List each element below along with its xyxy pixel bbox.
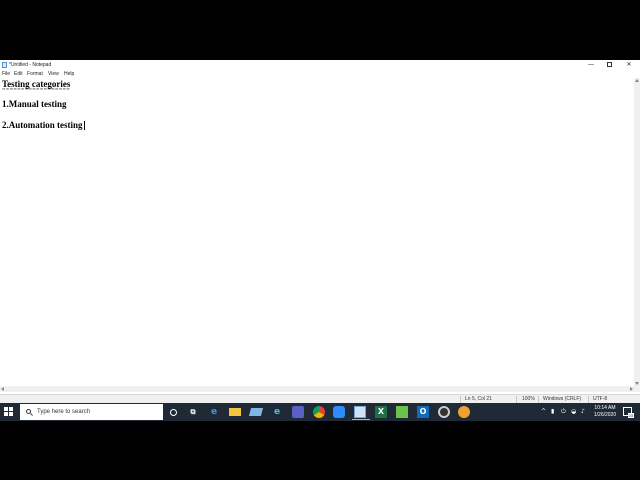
- menu-view[interactable]: View: [48, 70, 59, 78]
- camera-icon[interactable]: [438, 406, 450, 418]
- file-explorer-icon[interactable]: [229, 408, 241, 416]
- cursor-position: Ln 5, Col 21: [465, 396, 492, 402]
- network-icon[interactable]: ◒: [571, 407, 576, 417]
- search-icon: [26, 409, 31, 414]
- encoding: UTF-8: [593, 396, 608, 402]
- menu-bar: File Edit Format View Help: [0, 70, 640, 78]
- status-divider: [588, 396, 589, 403]
- ie-icon[interactable]: e: [271, 406, 283, 418]
- windows-logo-pane: [4, 412, 8, 416]
- cortana-icon[interactable]: [170, 409, 177, 416]
- file-icon[interactable]: [396, 406, 408, 418]
- search-placeholder: Type here to search: [37, 409, 91, 415]
- text-line-2: ==================: [2, 87, 71, 93]
- menu-help[interactable]: Help: [64, 70, 74, 78]
- chrome-icon[interactable]: [313, 406, 325, 418]
- menu-file[interactable]: File: [2, 70, 10, 78]
- notification-center-button[interactable]: 23: [623, 407, 634, 418]
- line-ending: Windows (CRLF): [543, 396, 582, 402]
- windows-logo-pane: [9, 407, 13, 411]
- vertical-scrollbar[interactable]: [634, 78, 640, 386]
- title-bar: *Untitled - Notepad — ✕: [0, 60, 640, 70]
- status-divider: [460, 396, 461, 403]
- maximize-button[interactable]: [600, 60, 618, 70]
- close-button[interactable]: ✕: [620, 60, 638, 70]
- windows-logo-pane: [9, 412, 13, 416]
- status-divider: [538, 396, 539, 403]
- notepad-app-icon: [2, 62, 7, 68]
- status-bar: Ln 5, Col 21 100% Windows (CRLF) UTF-8: [0, 394, 640, 403]
- notepad-window: *Untitled - Notepad — ✕ File Edit Format…: [0, 60, 640, 403]
- letterbox-top: [0, 0, 640, 60]
- scroll-up-icon[interactable]: [635, 79, 639, 82]
- text-line-5-content: 2.Automation testing: [2, 120, 83, 130]
- start-button[interactable]: [4, 407, 14, 417]
- horizontal-scrollbar[interactable]: [0, 386, 634, 392]
- scrollbar-corner: [634, 386, 640, 392]
- text-editor[interactable]: Testing categories ================== 1.…: [0, 78, 634, 386]
- letterbox-bottom: [0, 421, 640, 480]
- maximize-icon: [606, 61, 612, 67]
- edge-legacy-icon[interactable]: e: [208, 406, 220, 418]
- windows-logo-icon: [4, 407, 8, 411]
- volume-icon[interactable]: ♪: [581, 407, 585, 417]
- status-divider: [516, 396, 517, 403]
- text-line-3: 1.Manual testing: [2, 99, 67, 109]
- excel-icon[interactable]: X: [375, 406, 387, 418]
- paint-icon[interactable]: [248, 408, 264, 416]
- text-line-5: 2.Automation testing: [2, 120, 85, 131]
- clock-time: 10:14 AM: [594, 405, 616, 411]
- microphone-icon[interactable]: ▮: [551, 407, 554, 417]
- notepad-icon[interactable]: [352, 406, 370, 420]
- taskbar-clock[interactable]: 10:14 AM 1/26/2020: [591, 405, 619, 419]
- power-icon[interactable]: ⏻: [561, 407, 566, 417]
- taskbar: Type here to search ⧉ e e X O ^ ▮ ⏻ ◒ ♪ …: [0, 403, 640, 421]
- task-view-icon[interactable]: ⧉: [187, 406, 199, 418]
- scroll-right-icon[interactable]: [630, 387, 633, 391]
- zoom-level: 100%: [522, 396, 535, 402]
- menu-edit[interactable]: Edit: [14, 70, 23, 78]
- show-hidden-icons-icon[interactable]: ^: [541, 407, 546, 417]
- clock-date: 1/26/2020: [593, 412, 617, 418]
- zoom-icon[interactable]: [333, 406, 345, 418]
- text-caret: [83, 121, 85, 131]
- scroll-down-icon[interactable]: [635, 382, 639, 385]
- teams-icon[interactable]: [292, 406, 304, 418]
- outlook-icon[interactable]: O: [417, 406, 429, 418]
- app-icon[interactable]: [458, 406, 470, 418]
- minimize-button[interactable]: —: [582, 60, 600, 70]
- menu-format[interactable]: Format: [27, 70, 43, 78]
- notification-count: 23: [627, 413, 634, 418]
- scroll-left-icon[interactable]: [1, 387, 4, 391]
- taskbar-search[interactable]: Type here to search: [20, 404, 163, 420]
- window-title: *Untitled - Notepad: [9, 62, 52, 68]
